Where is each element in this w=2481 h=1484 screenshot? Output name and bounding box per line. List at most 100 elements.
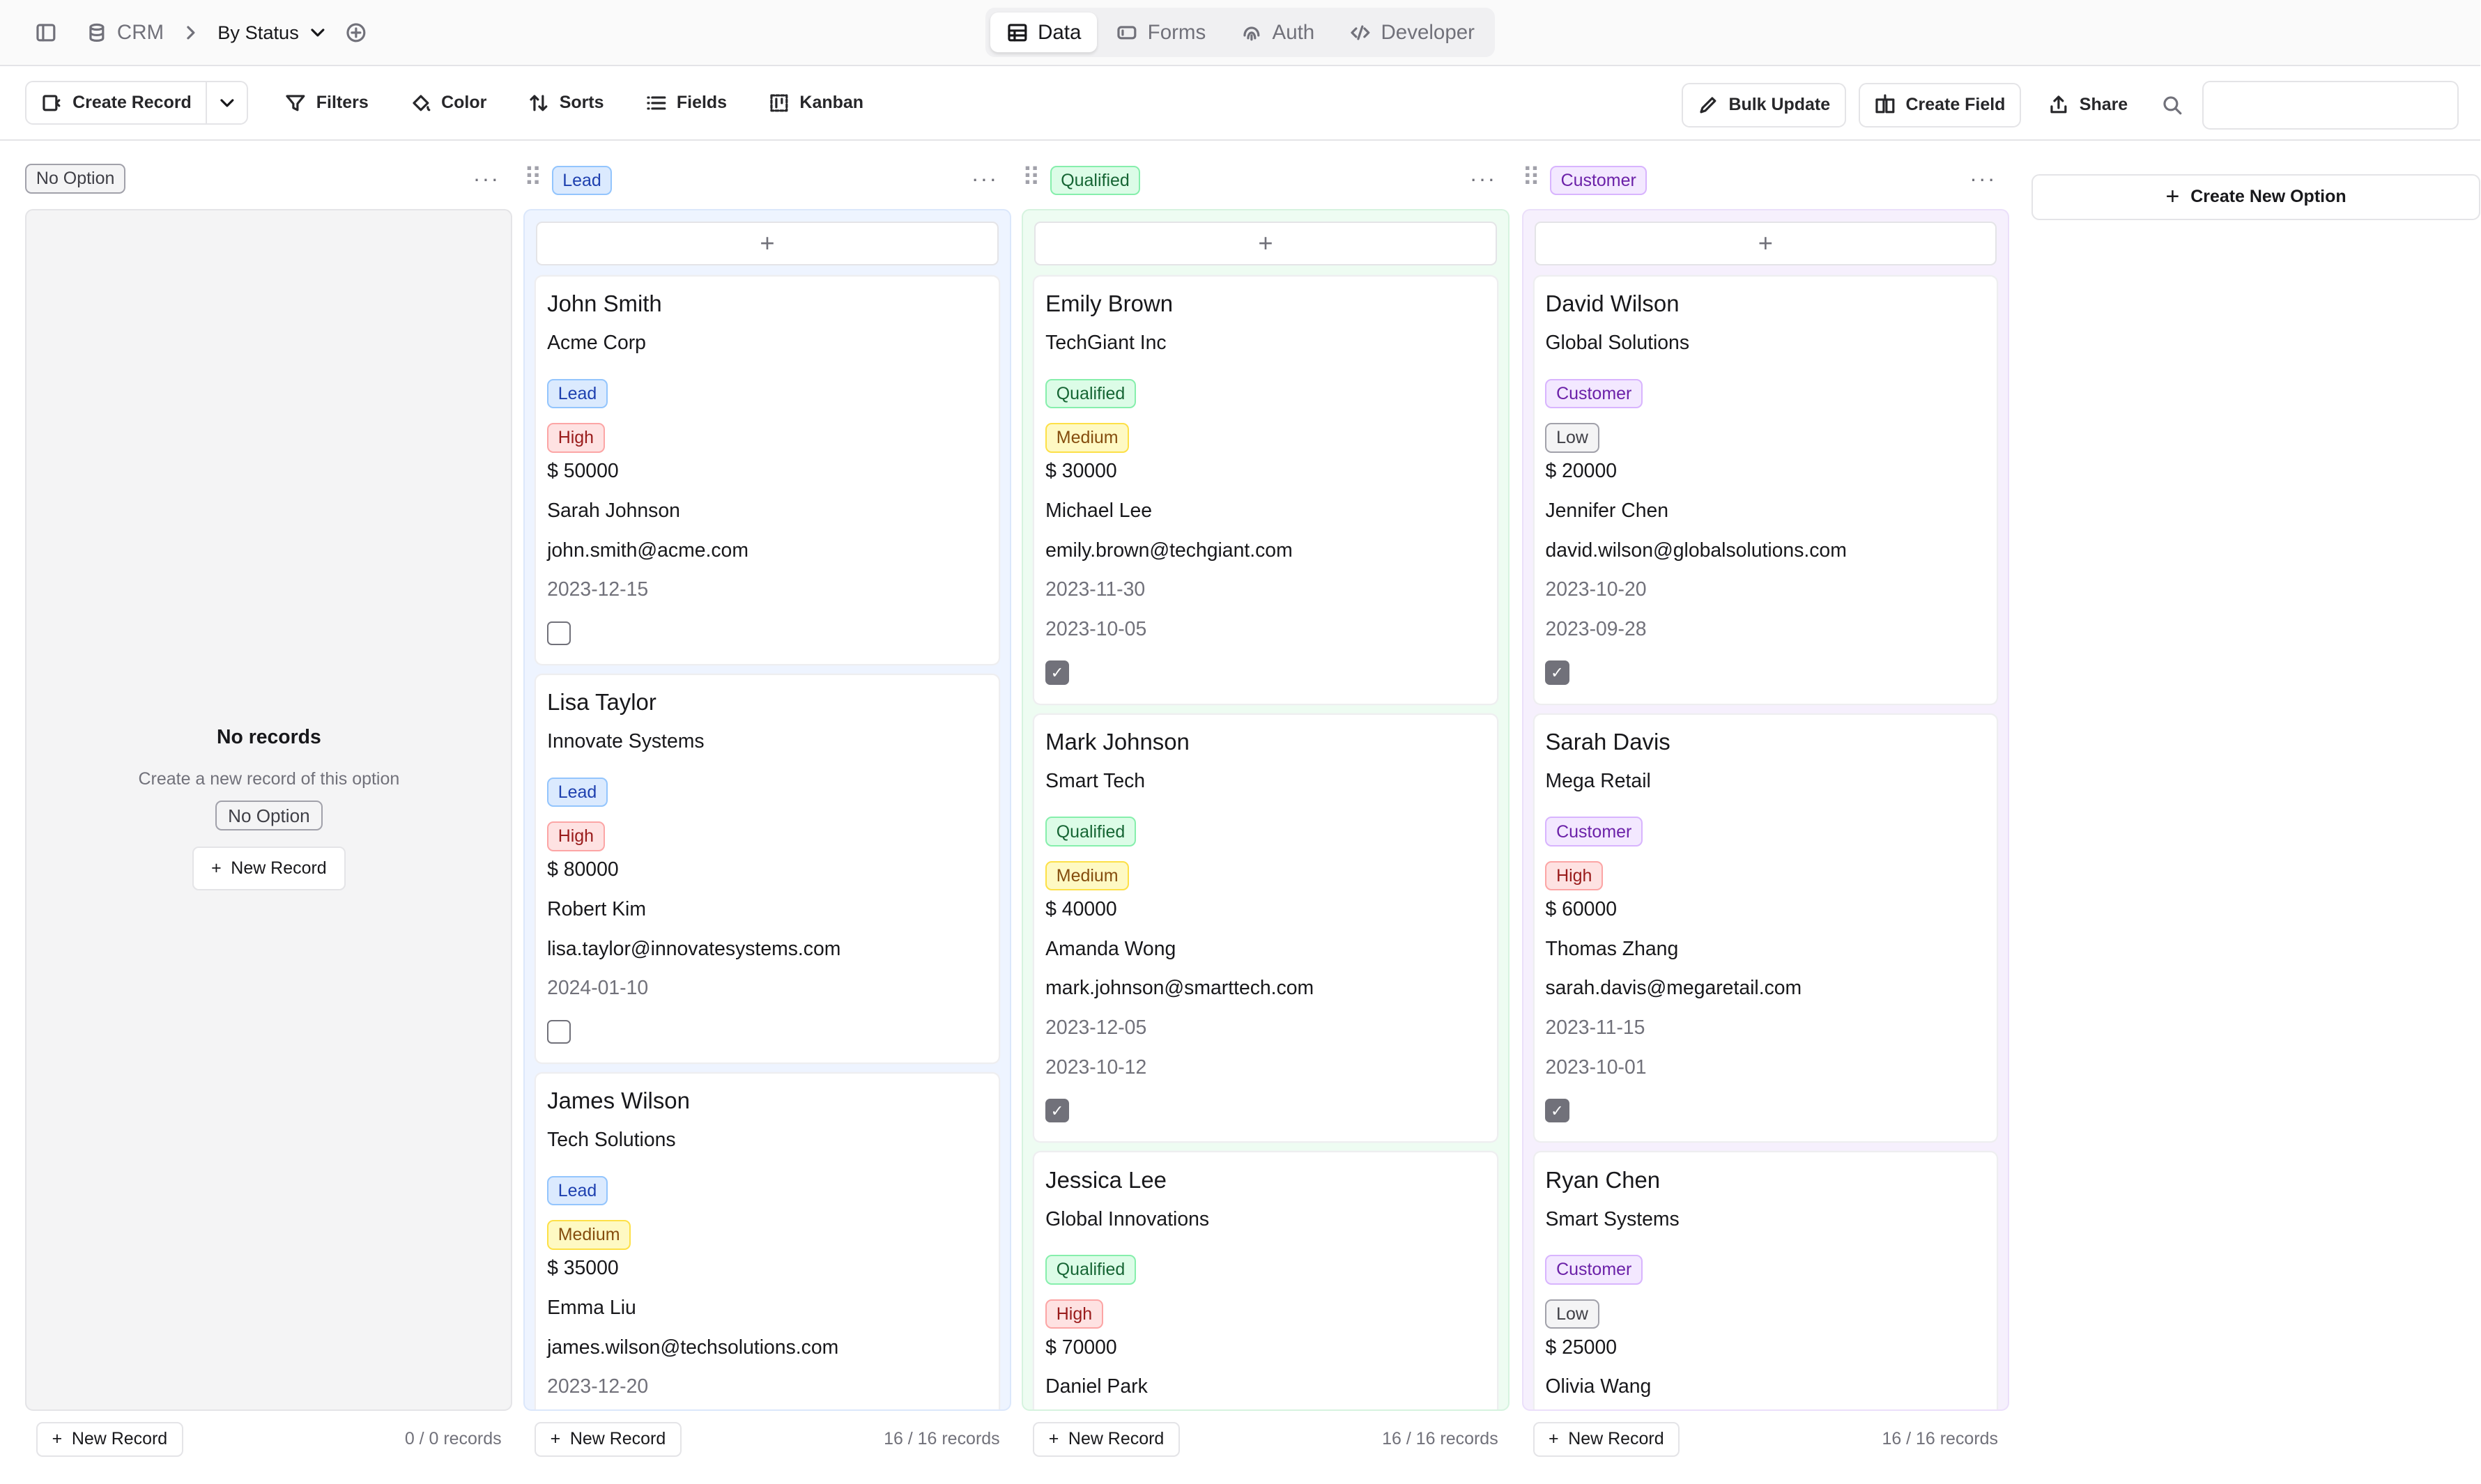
new-record-button[interactable]: + New Record (535, 1421, 682, 1457)
tab-auth-label: Auth (1272, 20, 1315, 44)
breadcrumb-crm[interactable]: CRM (117, 21, 164, 45)
add-card-button[interactable]: + (536, 221, 999, 266)
more-icon[interactable]: ··· (1470, 166, 1497, 192)
new-record-button[interactable]: + New Record (36, 1421, 183, 1457)
plus-icon: + (2165, 183, 2180, 210)
list-icon (645, 92, 668, 114)
main-tabs: Data Forms Auth Developer (985, 8, 1496, 57)
card-value: $ 80000 (547, 858, 619, 881)
filter-icon (284, 92, 307, 114)
card-email: lisa.taylor@innovatesystems.com (547, 937, 841, 960)
priority-badge: High (1045, 1299, 1103, 1329)
tab-auth[interactable]: Auth (1224, 13, 1330, 52)
more-icon[interactable]: ··· (1969, 166, 1997, 192)
priority-badge: High (547, 821, 605, 851)
record-card[interactable]: Ryan Chen Smart Systems Customer Low $ 25000… (1534, 1152, 1997, 1409)
card-date-secondary: 2023-10-12 (1045, 1056, 1147, 1079)
more-icon[interactable]: ··· (971, 166, 999, 192)
card-value: $ 25000 (1545, 1336, 1617, 1359)
column-tag: Customer (1549, 165, 1647, 196)
priority-badge: Medium (1045, 860, 1130, 891)
card-contact: Amanda Wong (1045, 937, 1176, 960)
create-record-dropdown[interactable] (206, 82, 247, 124)
status-badge: Qualified (1045, 1255, 1136, 1285)
add-view-icon[interactable] (345, 22, 367, 44)
kanban-label: Kanban (799, 93, 863, 113)
record-card[interactable]: David Wilson Global Solutions Customer Low $… (1534, 276, 1997, 704)
fields-button[interactable]: Fields (631, 81, 741, 125)
sorts-button[interactable]: Sorts (514, 81, 618, 125)
toolbar: Create Record Filters Color Sorts Fields… (0, 66, 2481, 141)
drag-handle-icon[interactable]: ⠿ (1522, 163, 1541, 192)
record-card[interactable]: John Smith Acme Corp Lead High $ 50000 Sarah … (536, 276, 999, 665)
drag-handle-icon[interactable]: ⠿ (523, 163, 542, 192)
card-date: 2023-11-30 (1045, 578, 1146, 601)
column-tag: Qualified (1050, 165, 1141, 196)
record-card[interactable]: Lisa Taylor Innovate Systems Lead High $ 800… (536, 674, 999, 1062)
fingerprint-icon (1240, 22, 1263, 44)
card-contact: Emma Liu (547, 1296, 636, 1319)
drag-handle-icon[interactable]: ⠿ (1022, 163, 1040, 192)
card-value: $ 60000 (1545, 897, 1617, 920)
tab-data[interactable]: Data (990, 13, 1098, 52)
search-input[interactable] (2202, 80, 2459, 130)
card-email: mark.johnson@smarttech.com (1045, 977, 1314, 1000)
column-footer: + New Record 0 / 0 records (36, 1420, 502, 1458)
new-record-label: New Record (71, 1429, 168, 1449)
view-name: By Status (217, 21, 299, 43)
column-footer: + New Record 16 / 16 records (535, 1420, 1000, 1458)
more-icon[interactable]: ··· (473, 166, 500, 192)
record-card[interactable]: Mark Johnson Smart Tech Qualified Medium $ 4… (1034, 714, 1497, 1142)
card-name: Sarah Davis (1545, 729, 1670, 755)
card-email: john.smith@acme.com (547, 539, 748, 562)
card-checkbox[interactable] (1545, 660, 1569, 685)
card-company: Global Innovations (1045, 1207, 1210, 1230)
chevron-down-icon (216, 92, 238, 114)
empty-state: No records Create a new record of this o… (26, 726, 511, 891)
column-customer: ⠿ Customer ··· + David Wilson Global Solutio… (1521, 142, 2009, 1457)
lane-qualified: + Emily Brown TechGiant Inc Qualified Medium… (1022, 208, 1510, 1411)
card-checkbox[interactable] (1045, 1099, 1070, 1123)
database-icon (86, 22, 108, 44)
record-card[interactable]: Jessica Lee Global Innovations Qualified Hi… (1034, 1152, 1497, 1409)
add-card-button[interactable]: + (1034, 221, 1497, 266)
create-field-button[interactable]: Create Field (1858, 83, 2021, 127)
record-card[interactable]: Sarah Davis Mega Retail Customer High $ 6000… (1534, 714, 1997, 1142)
tab-developer[interactable]: Developer (1333, 13, 1490, 52)
view-selector[interactable]: By Status (217, 22, 329, 44)
record-count: 16 / 16 records (1382, 1429, 1498, 1449)
card-checkbox[interactable] (547, 1019, 571, 1044)
card-checkbox[interactable] (1545, 1099, 1569, 1123)
sidebar-toggle-icon[interactable] (35, 22, 57, 44)
code-icon (1349, 22, 1372, 44)
card-contact: Michael Lee (1045, 499, 1153, 522)
kanban-button[interactable]: Kanban (754, 81, 878, 125)
filters-button[interactable]: Filters (270, 81, 383, 125)
card-company: Tech Solutions (547, 1129, 676, 1152)
create-new-option-button[interactable]: + Create New Option (2031, 173, 2481, 220)
new-record-button[interactable]: + New Record (1033, 1421, 1180, 1457)
card-date: 2024-01-10 (547, 977, 649, 1000)
empty-new-record-button[interactable]: + New Record (192, 846, 346, 891)
create-record-split: Create Record (25, 80, 249, 125)
card-checkbox[interactable] (547, 621, 571, 645)
lane-no-option: No records Create a new record of this o… (25, 208, 513, 1411)
new-record-label: New Record (1568, 1429, 1664, 1449)
search-icon[interactable] (2161, 94, 2183, 116)
new-record-button[interactable]: + New Record (1533, 1421, 1680, 1457)
card-checkbox[interactable] (1045, 660, 1070, 685)
add-card-button[interactable]: + (1534, 221, 1997, 266)
share-label: Share (2079, 95, 2128, 115)
bulk-update-button[interactable]: Bulk Update (1681, 83, 1846, 127)
record-card[interactable]: James Wilson Tech Solutions Lead Medium $ 35… (536, 1073, 999, 1409)
column-lead: ⠿ Lead ··· + John Smith Acme Corp Lead High $ 5… (523, 142, 1011, 1457)
tab-forms[interactable]: Forms (1100, 13, 1222, 52)
record-card[interactable]: Emily Brown TechGiant Inc Qualified Medium $… (1034, 276, 1497, 704)
empty-tag: No Option (215, 801, 323, 831)
create-record-button[interactable]: Create Record (26, 82, 206, 123)
card-company: TechGiant Inc (1045, 332, 1167, 355)
share-button[interactable]: Share (2034, 83, 2142, 127)
card-email: james.wilson@techsolutions.com (547, 1336, 839, 1359)
new-record-label: New Record (569, 1429, 666, 1449)
color-button[interactable]: Color (395, 81, 500, 125)
